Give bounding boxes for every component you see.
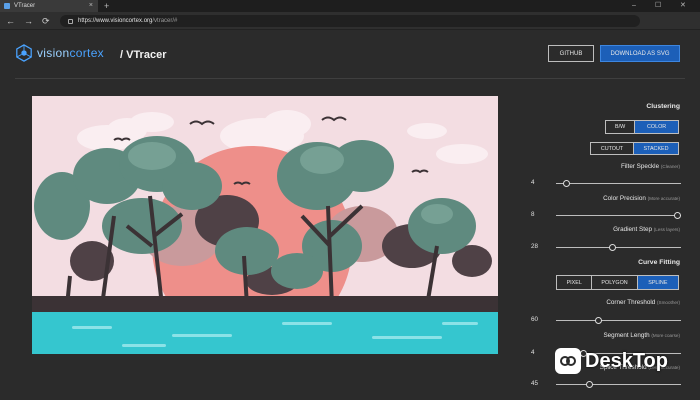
color-precision-text: Color Precision — [603, 195, 646, 202]
browser-tab[interactable]: VTracer × — [0, 0, 98, 12]
logo-text-vision: vision — [37, 46, 70, 60]
landscape-illustration — [32, 96, 498, 354]
page-title: / VTracer — [120, 49, 167, 61]
pixel-option[interactable]: PIXEL — [557, 276, 593, 289]
gradient-step-slider: 28 — [531, 242, 681, 252]
back-icon[interactable]: ← — [6, 15, 15, 27]
new-tab-button[interactable]: + — [104, 0, 109, 12]
filter-speckle-slider: 4 — [531, 178, 681, 188]
maximize-icon[interactable]: ☐ — [655, 0, 661, 12]
corner-threshold-value: 60 — [531, 316, 539, 323]
tab-title: VTracer — [14, 3, 36, 9]
refresh-icon[interactable]: ⟳ — [42, 15, 50, 27]
gradient-step-label: Gradient Step (Less layers) — [613, 226, 680, 233]
download-svg-button[interactable]: DOWNLOAD AS SVG — [600, 45, 680, 62]
favicon-icon — [4, 3, 10, 9]
slider-track[interactable] — [556, 384, 681, 385]
color-mode-color-option[interactable]: COLOR — [635, 121, 678, 133]
filter-speckle-hint: (Cleaner) — [660, 164, 680, 169]
slider-thumb[interactable] — [674, 212, 681, 219]
gradient-step-hint: (Less layers) — [653, 227, 680, 232]
browser-tab-bar: VTracer × + – ☐ ✕ — [0, 0, 700, 12]
lock-icon — [68, 18, 73, 24]
close-tab-icon[interactable]: × — [89, 2, 93, 9]
watermark-text: DeskTop — [585, 349, 668, 372]
gradient-step-text: Gradient Step — [613, 226, 652, 233]
spline-option[interactable]: SPLINE — [637, 276, 678, 289]
filter-speckle-text: Filter Speckle — [620, 163, 660, 170]
url-host: https://www.visioncortex.org — [78, 18, 153, 24]
url-path: /vtracer/# — [152, 18, 178, 24]
color-precision-label: Color Precision (More accurate) — [603, 195, 680, 202]
corner-threshold-slider: 60 — [531, 315, 681, 325]
stacked-option[interactable]: STACKED — [634, 143, 678, 154]
curve-fitting-heading: Curve Fitting — [638, 259, 680, 266]
slider-track[interactable] — [556, 247, 681, 248]
cutout-option[interactable]: CUTOUT — [591, 143, 635, 154]
desktop-watermark: DeskTop — [555, 341, 695, 381]
slider-thumb[interactable] — [585, 381, 593, 388]
visioncortex-logo-icon — [16, 44, 32, 62]
slider-track[interactable] — [556, 320, 681, 321]
header-divider — [15, 78, 685, 79]
slider-track[interactable] — [556, 183, 681, 184]
color-precision-hint: (More accurate) — [647, 196, 680, 201]
logo[interactable]: visioncortex — [15, 44, 104, 62]
watermark-logo-icon — [555, 348, 581, 374]
slider-thumb[interactable] — [609, 244, 617, 251]
url-field[interactable]: https://www.visioncortex.org/vtracer/# — [60, 15, 640, 27]
address-bar-row: ← → ⟳ https://www.visioncortex.org/vtrac… — [0, 12, 700, 30]
slider-thumb[interactable] — [594, 317, 602, 324]
splice-threshold-value: 45 — [531, 380, 539, 387]
corner-threshold-text: Corner Threshold — [606, 299, 656, 306]
color-mode-toggle: B/W COLOR — [605, 120, 679, 134]
close-window-icon[interactable]: ✕ — [680, 0, 686, 12]
gradient-step-value: 28 — [531, 243, 539, 250]
logo-text: visioncortex — [37, 46, 104, 60]
polygon-option[interactable]: POLYGON — [592, 276, 638, 289]
segment-length-hint: (More coarse) — [651, 333, 680, 338]
segment-length-label: Segment Length (More coarse) — [603, 332, 680, 339]
minimize-icon[interactable]: – — [632, 0, 636, 12]
hierarchical-toggle: CUTOUT STACKED — [590, 142, 679, 155]
segment-length-text: Segment Length — [603, 332, 650, 339]
filter-speckle-value: 4 — [531, 179, 535, 186]
clustering-heading: Clustering — [646, 103, 680, 110]
color-mode-bw-option[interactable]: B/W — [606, 121, 636, 133]
logo-text-cortex: cortex — [69, 46, 104, 60]
color-precision-value: 8 — [531, 211, 535, 218]
github-button[interactable]: GITHUB — [548, 45, 594, 62]
curve-fitting-mode-toggle: PIXEL POLYGON SPLINE — [556, 275, 679, 290]
filter-speckle-label: Filter Speckle (Cleaner) — [621, 163, 680, 170]
slider-thumb[interactable] — [563, 180, 571, 187]
svg-preview-canvas — [32, 96, 498, 354]
slider-track[interactable] — [556, 215, 681, 216]
segment-length-value: 4 — [531, 349, 535, 356]
forward-icon[interactable]: → — [24, 15, 33, 27]
corner-threshold-hint: (Smoother) — [657, 300, 680, 305]
app-header: visioncortex / VTracer GITHUB DOWNLOAD A… — [0, 30, 700, 80]
color-precision-slider: 8 — [531, 210, 681, 220]
corner-threshold-label: Corner Threshold (Smoother) — [606, 299, 680, 306]
